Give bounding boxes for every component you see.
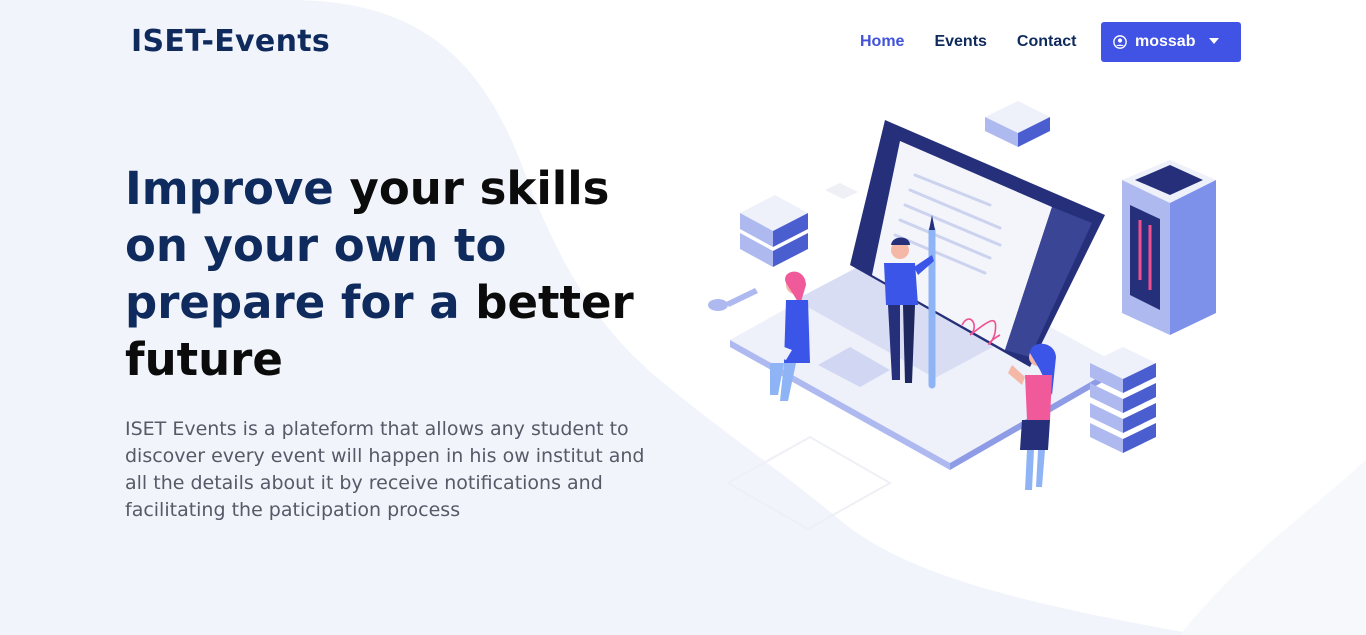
main-nav: Home Events Contact — [860, 32, 1106, 52]
nav-link-contact[interactable]: Contact — [1017, 32, 1077, 52]
hero-title-part-2: on your own to prepare for a — [125, 219, 507, 329]
nav-link-events[interactable]: Events — [934, 32, 986, 52]
hero-section: Improve your skills on your own to prepa… — [125, 160, 685, 524]
nav-link-home[interactable]: Home — [860, 32, 904, 52]
user-menu-button[interactable]: mossab — [1101, 22, 1241, 62]
brand-logo[interactable]: ISET-Events — [131, 24, 330, 59]
hero-title-highlight-1: your skills — [349, 162, 610, 215]
hero-title-part-1: Improve — [125, 162, 350, 215]
caret-down-icon — [1209, 38, 1219, 44]
user-circle-icon — [1113, 35, 1127, 49]
top-navbar: ISET-Events Home Events Contact mossab — [0, 0, 1366, 86]
user-name: mossab — [1135, 33, 1196, 50]
hero-description: ISET Events is a plateform that allows a… — [125, 418, 645, 521]
laptop-signature-illustration — [708, 101, 1216, 531]
hero-title: Improve your skills on your own to prepa… — [125, 160, 685, 388]
